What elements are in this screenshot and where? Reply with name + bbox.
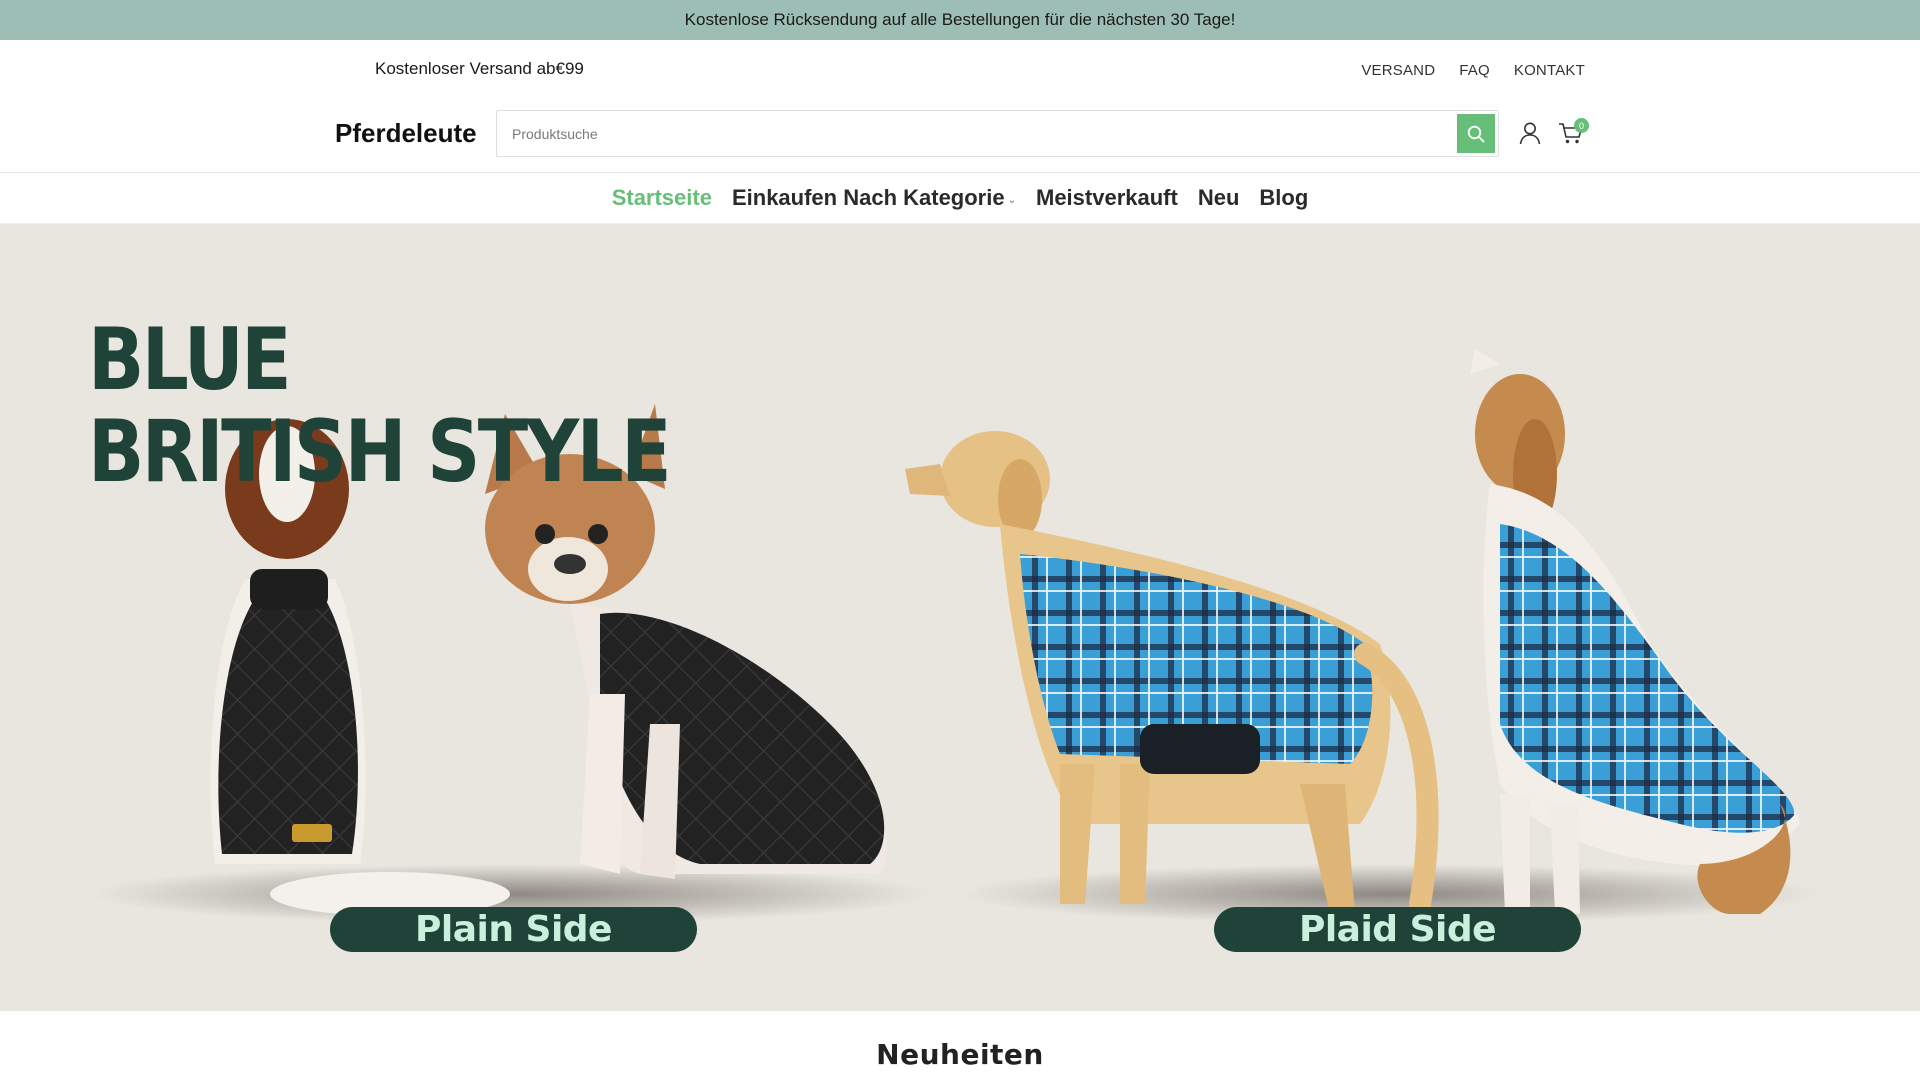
promo-text: Kostenlose Rücksendung auf alle Bestellu…	[684, 10, 1236, 29]
golden-retriever	[905, 431, 1439, 915]
beagle-dog	[1470, 349, 1800, 914]
promo-bar: Kostenlose Rücksendung auf alle Bestellu…	[0, 0, 1920, 40]
site-logo[interactable]: Pferdeleute	[335, 118, 477, 149]
nav-label: Meistverkauft	[1036, 185, 1178, 210]
search-button[interactable]	[1457, 114, 1495, 153]
nav-item-startseite[interactable]: Startseite	[612, 185, 712, 211]
shipping-note: Kostenloser Versand ab€99	[375, 59, 584, 78]
plain-side-label: Plain Side	[330, 907, 697, 952]
nav-item-einkaufen-nach-kategorie[interactable]: Einkaufen Nach Kategorie ⌄	[732, 185, 1016, 211]
nav-item-neu[interactable]: Neu	[1198, 185, 1240, 211]
search-input[interactable]	[497, 111, 1457, 156]
top-links: VERSAND FAQ KONTAKT	[1361, 62, 1585, 79]
link-faq[interactable]: FAQ	[1459, 62, 1490, 79]
hero-banner[interactable]: BLUE BRITISH STYLE Plain Side Plaid Side	[0, 224, 1920, 1011]
nav-item-meistverkauft[interactable]: Meistverkauft	[1036, 185, 1178, 211]
user-icon[interactable]	[1517, 120, 1543, 146]
link-kontakt[interactable]: KONTAKT	[1514, 62, 1585, 79]
nav-label: Einkaufen Nach Kategorie	[731, 185, 1005, 210]
nav-label: Startseite	[611, 185, 712, 210]
nav-item-blog[interactable]: Blog	[1259, 185, 1308, 211]
chevron-down-icon: ⌄	[1007, 194, 1016, 206]
site-header: Kostenloser Versand ab€99 VERSAND FAQ KO…	[0, 40, 1920, 173]
main-nav: Startseite Einkaufen Nach Kategorie ⌄ Mei…	[0, 173, 1920, 224]
section-title-neuheiten: Neuheiten	[876, 1038, 1044, 1071]
cart-count-badge: 0	[1574, 118, 1589, 133]
nav-label: Blog	[1259, 185, 1309, 210]
hero-title: BLUE BRITISH STYLE	[88, 310, 672, 502]
plaid-side-label: Plaid Side	[1214, 907, 1581, 952]
header-topline: Kostenloser Versand ab€99 VERSAND FAQ KO…	[0, 40, 1920, 100]
hero-title-line1: BLUE	[88, 310, 292, 410]
nav-label: Neu	[1197, 185, 1240, 210]
link-versand[interactable]: VERSAND	[1361, 62, 1435, 79]
hero-title-line2: BRITISH STYLE	[88, 402, 672, 502]
search-icon	[1467, 125, 1485, 142]
search-bar	[496, 110, 1499, 157]
